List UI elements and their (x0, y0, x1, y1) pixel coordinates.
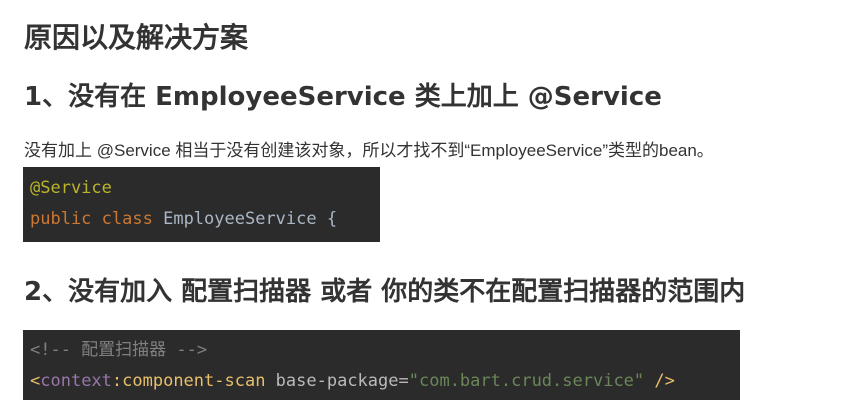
code-attribute-name: base-package (265, 371, 399, 391)
code-equals: = (398, 371, 409, 391)
code-line-annotation: @Service (30, 173, 373, 204)
code-tag-open: < (30, 371, 41, 391)
code-attribute-value: "com.bart.crud.service" (408, 371, 645, 391)
code-line-comment: <!-- 配置扫描器 --> (30, 335, 733, 366)
code-tag-name: :component-scan (111, 371, 266, 391)
code-keyword-public: public (30, 209, 92, 229)
code-line-component-scan: <context:component-scan base-package="co… (30, 366, 733, 397)
code-annotation: @Service (30, 178, 112, 198)
code-line-class-declaration: public class EmployeeService { (30, 204, 373, 235)
code-comment: <!-- 配置扫描器 --> (30, 340, 208, 360)
code-block-2: <!-- 配置扫描器 --> <context:component-scan b… (23, 330, 740, 400)
section-heading-1: 1、没有在 EmployeeService 类上加上 @Service (24, 82, 662, 112)
page-title: 原因以及解决方案 (24, 21, 249, 54)
code-namespace: context (40, 371, 112, 391)
code-tag-close: /> (644, 371, 675, 391)
code-class-name: EmployeeService { (152, 209, 338, 229)
section-paragraph-1: 没有加上 @Service 相当于没有创建该对象，所以才找不到“Employee… (24, 141, 714, 160)
section-heading-2: 2、没有加入 配置扫描器 或者 你的类不在配置扫描器的范围内 (24, 277, 746, 307)
code-block-1: @Service public class EmployeeService { (23, 167, 380, 242)
code-keyword-class: class (101, 209, 153, 229)
